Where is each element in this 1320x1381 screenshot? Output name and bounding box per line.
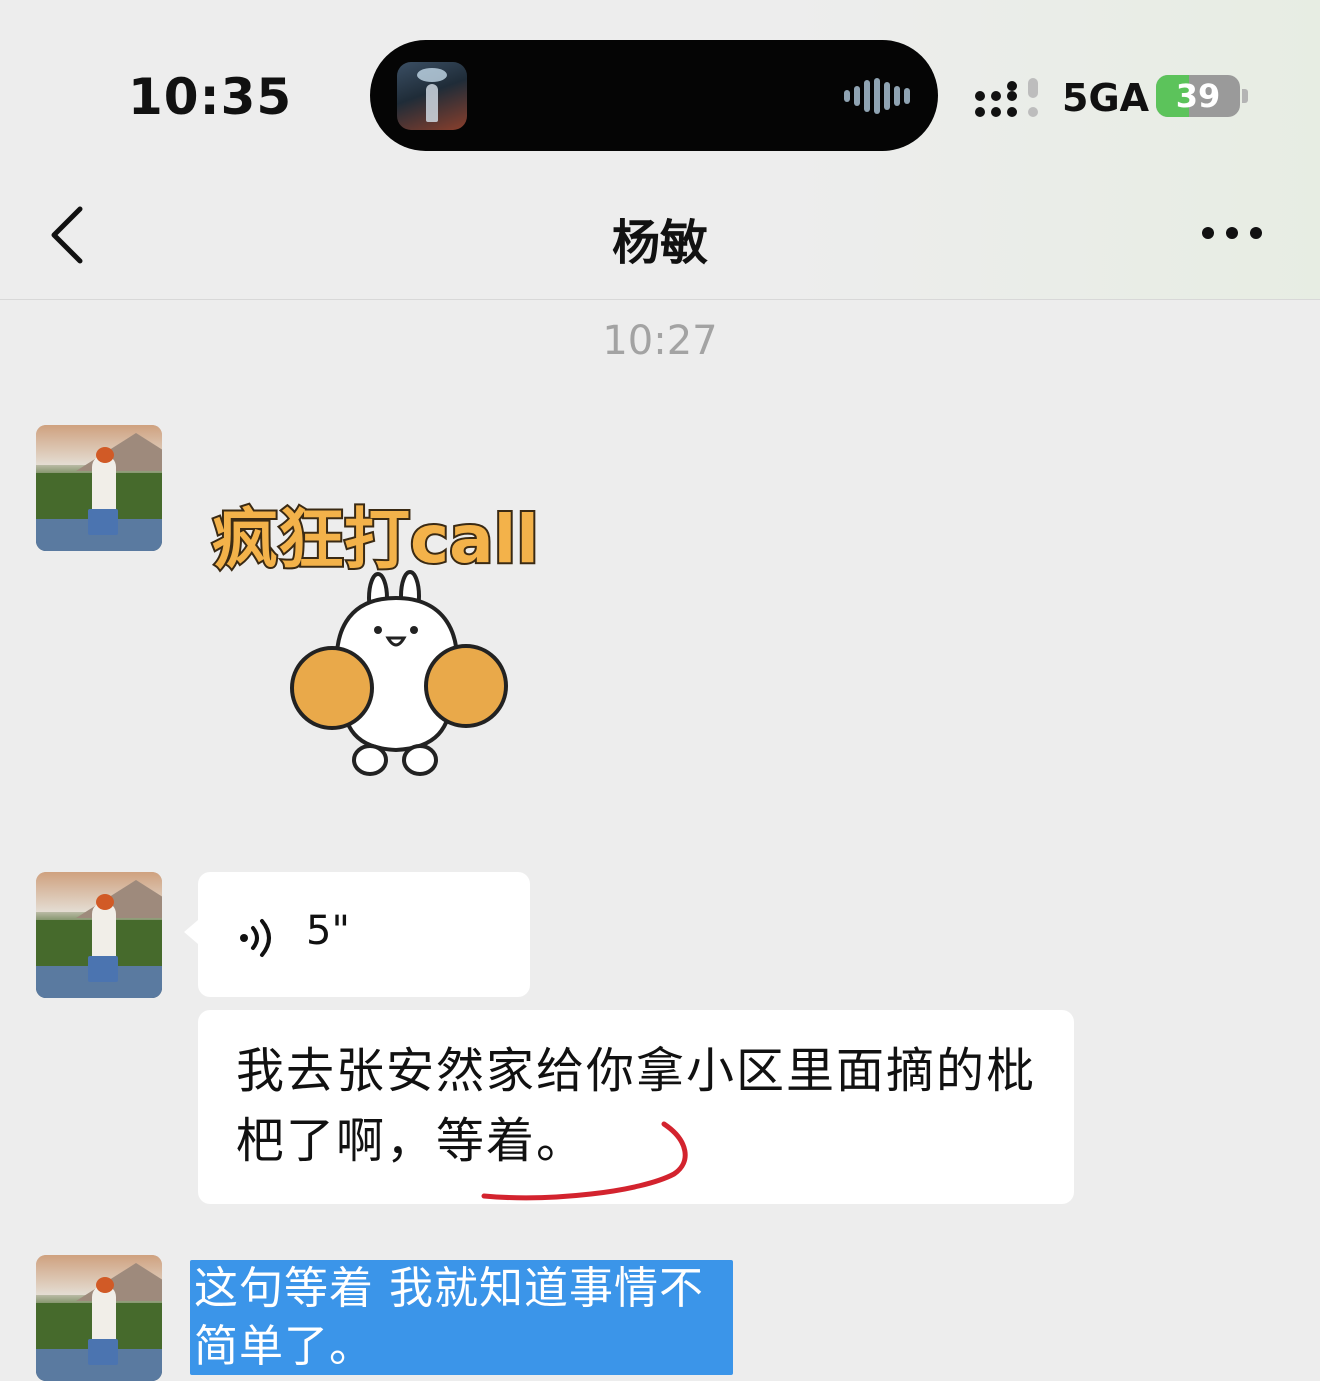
battery-icon: 39 [1156, 75, 1240, 117]
contact-avatar[interactable] [36, 1255, 162, 1381]
battery-level: 39 [1175, 77, 1221, 115]
status-bar: 10:35 5GA 39 [0, 0, 1320, 175]
message-timestamp: 10:27 [602, 318, 718, 364]
voice-message-bubble[interactable]: 5" [184, 872, 530, 997]
voice-duration: 5" [306, 908, 350, 954]
selected-text: 这句等着 我就知道事情不简单了。 [194, 1263, 704, 1372]
audio-waveform-icon [844, 78, 910, 114]
sticker-caption: 疯狂打call [212, 501, 539, 578]
network-type: 5GA [1062, 76, 1150, 120]
dynamic-island[interactable] [370, 40, 938, 151]
now-playing-thumbnail[interactable] [397, 62, 467, 130]
battery-cap [1242, 89, 1248, 103]
contact-avatar[interactable] [36, 425, 162, 551]
voice-play-icon [240, 919, 271, 957]
selected-text-highlight[interactable]: 这句等着 我就知道事情不简单了。 [190, 1260, 733, 1375]
red-underline-annotation [481, 1121, 688, 1201]
cellular-signal-icon [975, 78, 1038, 117]
chat-header: 杨敏 [0, 175, 1320, 300]
cheering-rabbit-sticker[interactable]: 疯狂打call [200, 480, 600, 790]
more-options-icon[interactable] [1196, 217, 1268, 249]
chat-title: 杨敏 [611, 215, 708, 271]
status-time: 10:35 [128, 68, 293, 126]
contact-avatar[interactable] [36, 872, 162, 998]
